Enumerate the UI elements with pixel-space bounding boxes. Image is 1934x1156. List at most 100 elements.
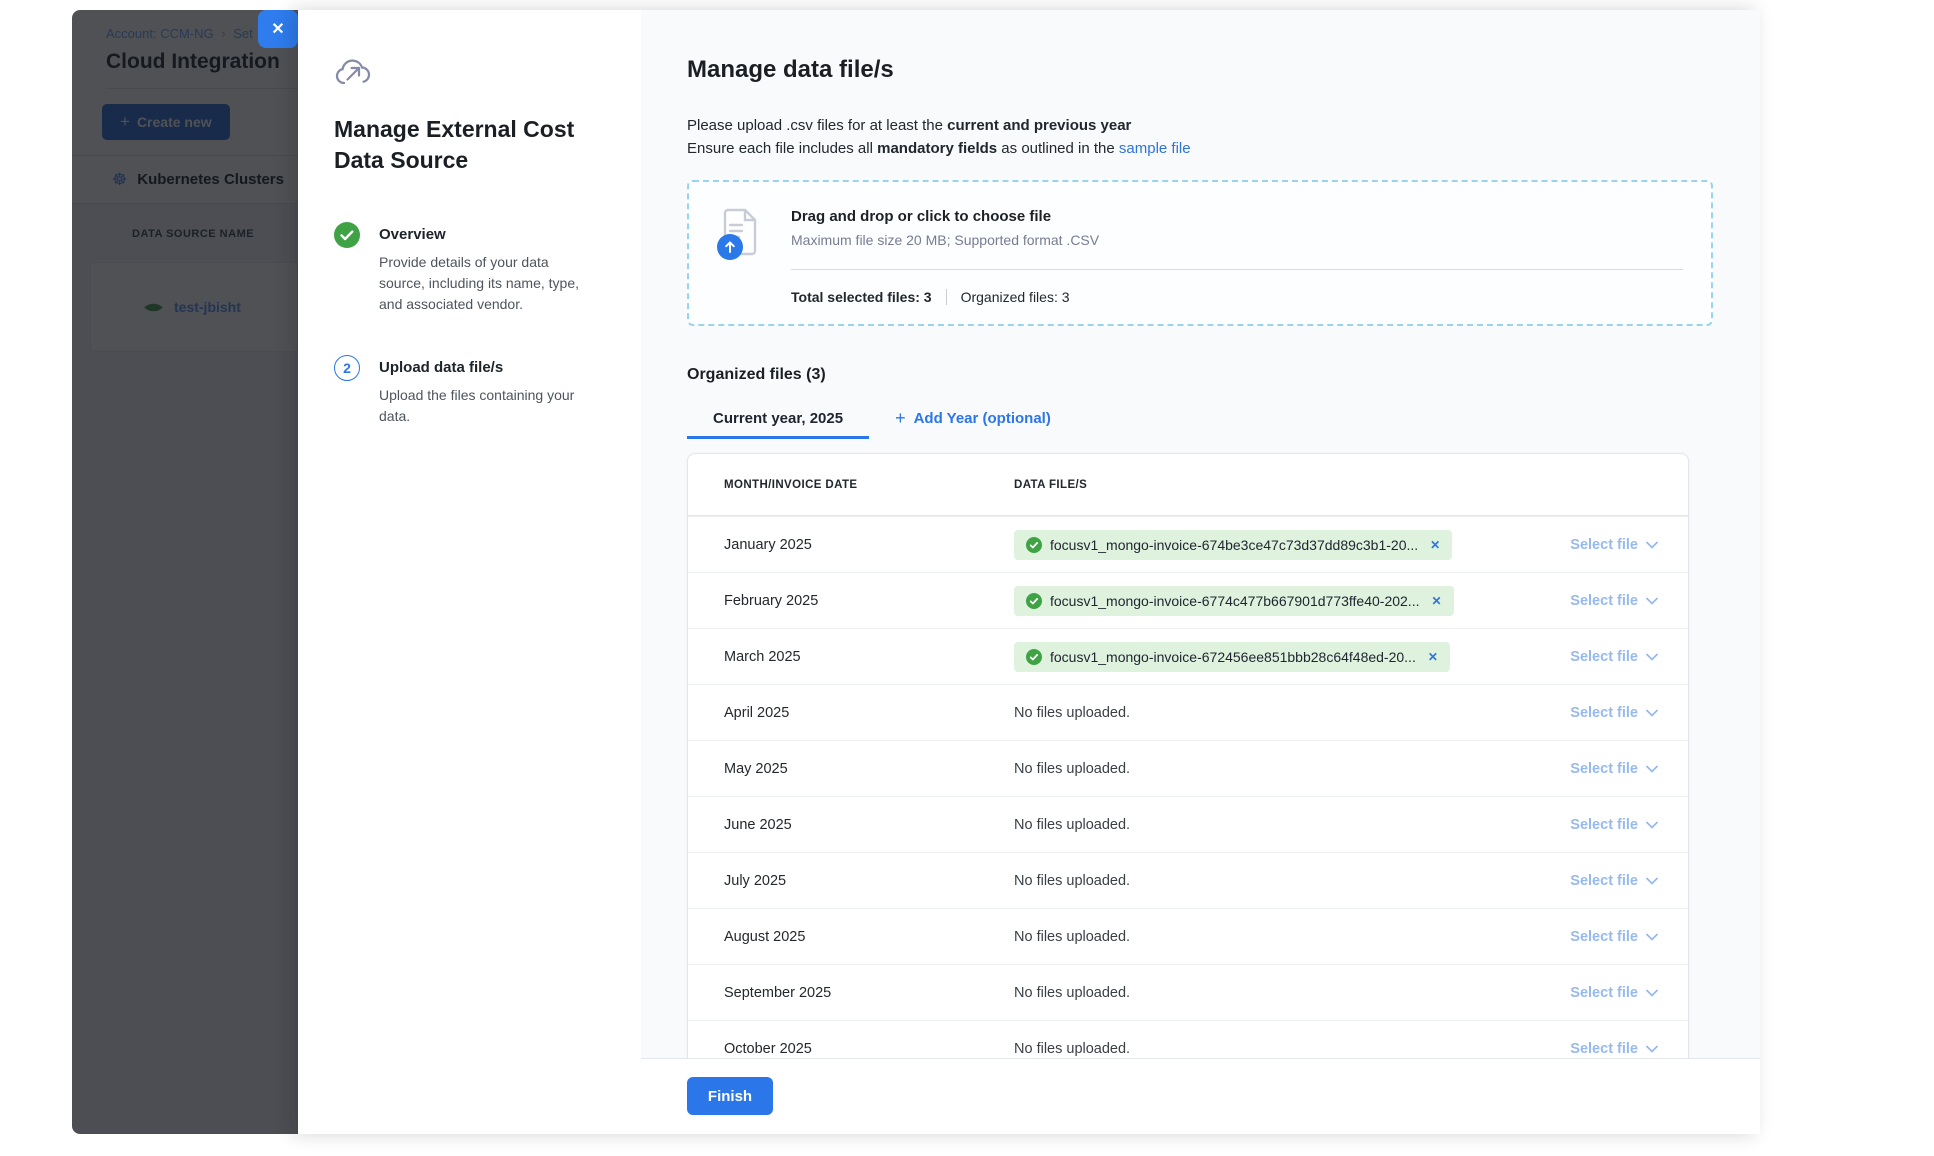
table-row: April 2025 No files uploaded. Select fil…	[688, 684, 1688, 740]
uploaded-file-chip[interactable]: focusv1_mongo-invoice-672456ee851bbb28c6…	[1014, 642, 1450, 672]
chevron-down-icon	[1646, 821, 1658, 829]
file-cell: focusv1_mongo-invoice-6774c477b667901d77…	[1014, 586, 1570, 616]
no-files-text: No files uploaded.	[1014, 761, 1130, 777]
tab-add-year[interactable]: + Add Year (optional)	[869, 400, 1077, 439]
file-name: focusv1_mongo-invoice-674be3ce47c73d37dd…	[1050, 537, 1418, 553]
step-upload-data[interactable]: 2 Upload data file/s Upload the files co…	[334, 355, 613, 427]
chevron-down-icon	[1646, 877, 1658, 885]
uploaded-file-chip[interactable]: focusv1_mongo-invoice-674be3ce47c73d37dd…	[1014, 530, 1452, 560]
select-file-label: Select file	[1570, 929, 1638, 945]
close-drawer-button[interactable]: ✕	[258, 10, 298, 48]
select-file-dropdown[interactable]: Select file	[1570, 761, 1658, 777]
no-files-text: No files uploaded.	[1014, 929, 1130, 945]
no-files-text: No files uploaded.	[1014, 1041, 1130, 1057]
step-upload-desc: Upload the files containing your data.	[379, 385, 594, 427]
no-files-text: No files uploaded.	[1014, 817, 1130, 833]
select-file-dropdown[interactable]: Select file	[1570, 985, 1658, 1001]
chevron-down-icon	[1646, 933, 1658, 941]
modal-overlay	[72, 10, 298, 1134]
instruction-line-2: Ensure each file includes all mandatory …	[687, 137, 1713, 160]
chevron-down-icon	[1646, 709, 1658, 717]
select-file-label: Select file	[1570, 649, 1638, 665]
table-row: May 2025 No files uploaded. Select file	[688, 740, 1688, 796]
tab-current-year[interactable]: Current year, 2025	[687, 400, 869, 439]
file-name: focusv1_mongo-invoice-6774c477b667901d77…	[1050, 593, 1419, 609]
count-separator	[946, 289, 947, 305]
month-label: September 2025	[724, 985, 1014, 1001]
table-row: October 2025 No files uploaded. Select f…	[688, 1020, 1688, 1058]
chevron-down-icon	[1646, 541, 1658, 549]
table-row: September 2025 No files uploaded. Select…	[688, 964, 1688, 1020]
file-name: focusv1_mongo-invoice-672456ee851bbb28c6…	[1050, 649, 1416, 665]
select-file-dropdown[interactable]: Select file	[1570, 593, 1658, 609]
instruction-line-1: Please upload .csv files for at least th…	[687, 114, 1713, 137]
plus-icon: +	[895, 409, 906, 427]
select-file-label: Select file	[1570, 593, 1638, 609]
month-label: October 2025	[724, 1041, 1014, 1057]
select-file-label: Select file	[1570, 537, 1638, 553]
month-label: February 2025	[724, 593, 1014, 609]
step-overview-desc: Provide details of your data source, inc…	[379, 252, 594, 315]
upload-instructions: Please upload .csv files for at least th…	[687, 114, 1713, 160]
file-cell: No files uploaded.	[1014, 817, 1570, 833]
uploaded-file-chip[interactable]: focusv1_mongo-invoice-6774c477b667901d77…	[1014, 586, 1454, 616]
sample-file-link[interactable]: sample file	[1119, 140, 1191, 157]
total-selected-files: Total selected files: 3	[791, 289, 932, 305]
table-header-row: MONTH/INVOICE DATE DATA FILE/S	[688, 454, 1688, 516]
chevron-down-icon	[1646, 653, 1658, 661]
organized-files-heading: Organized files (3)	[687, 366, 1713, 384]
file-cell: No files uploaded.	[1014, 705, 1570, 721]
select-file-label: Select file	[1570, 705, 1638, 721]
month-label: January 2025	[724, 537, 1014, 553]
organized-files-count: Organized files: 3	[961, 289, 1070, 305]
select-file-label: Select file	[1570, 761, 1638, 777]
select-file-dropdown[interactable]: Select file	[1570, 929, 1658, 945]
select-file-dropdown[interactable]: Select file	[1570, 817, 1658, 833]
remove-file-icon[interactable]: ✕	[1430, 538, 1440, 552]
drawer-scroll-area[interactable]: Manage data file/s Please upload .csv fi…	[641, 10, 1760, 1058]
dropzone-divider	[791, 269, 1683, 270]
file-cell: No files uploaded.	[1014, 873, 1570, 889]
select-file-label: Select file	[1570, 1041, 1638, 1057]
manage-data-source-drawer: Manage External Cost Data Source Overvie…	[298, 10, 1760, 1134]
close-icon: ✕	[271, 19, 284, 39]
table-row: August 2025 No files uploaded. Select fi…	[688, 908, 1688, 964]
instr2-text: Ensure each file includes all	[687, 140, 877, 157]
table-row: June 2025 No files uploaded. Select file	[688, 796, 1688, 852]
wizard-panel: Manage External Cost Data Source Overvie…	[298, 10, 641, 1134]
table-row: March 2025 focusv1_mongo-invoice-672456e…	[688, 628, 1688, 684]
drawer-title: Manage External Cost Data Source	[334, 114, 613, 176]
select-file-dropdown[interactable]: Select file	[1570, 537, 1658, 553]
remove-file-icon[interactable]: ✕	[1428, 650, 1438, 664]
dropzone-subtitle: Maximum file size 20 MB; Supported forma…	[791, 232, 1683, 248]
column-header-data-files: DATA FILE/S	[1014, 479, 1658, 491]
chevron-down-icon	[1646, 1045, 1658, 1053]
drawer-footer: Finish	[641, 1058, 1760, 1134]
chevron-down-icon	[1646, 597, 1658, 605]
month-label: May 2025	[724, 761, 1014, 777]
add-year-label: Add Year (optional)	[914, 410, 1051, 427]
table-row: January 2025 focusv1_mongo-invoice-674be…	[688, 516, 1688, 572]
select-file-dropdown[interactable]: Select file	[1570, 873, 1658, 889]
file-cell: focusv1_mongo-invoice-672456ee851bbb28c6…	[1014, 642, 1570, 672]
select-file-dropdown[interactable]: Select file	[1570, 705, 1658, 721]
remove-file-icon[interactable]: ✕	[1431, 594, 1441, 608]
check-icon	[1026, 593, 1042, 609]
select-file-dropdown[interactable]: Select file	[1570, 649, 1658, 665]
select-file-label: Select file	[1570, 985, 1638, 1001]
month-label: August 2025	[724, 929, 1014, 945]
month-label: April 2025	[724, 705, 1014, 721]
instr2-bold: mandatory fields	[877, 140, 997, 157]
file-dropzone[interactable]: Drag and drop or click to choose file Ma…	[687, 180, 1713, 326]
step-overview[interactable]: Overview Provide details of your data so…	[334, 222, 613, 315]
main-title: Manage data file/s	[687, 56, 1713, 84]
finish-button[interactable]: Finish	[687, 1077, 773, 1115]
column-header-month: MONTH/INVOICE DATE	[724, 479, 1014, 491]
dropzone-title: Drag and drop or click to choose file	[791, 208, 1683, 225]
chevron-down-icon	[1646, 765, 1658, 773]
select-file-dropdown[interactable]: Select file	[1570, 1041, 1658, 1057]
organized-files-card: MONTH/INVOICE DATE DATA FILE/S January 2…	[687, 453, 1689, 1058]
no-files-text: No files uploaded.	[1014, 873, 1130, 889]
drawer-main: Manage data file/s Please upload .csv fi…	[641, 10, 1760, 1134]
step-2-number-badge: 2	[334, 355, 360, 381]
